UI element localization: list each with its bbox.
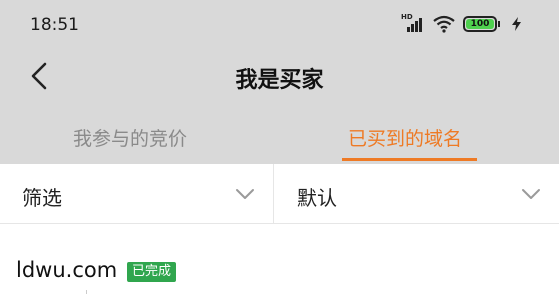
filter-row: 筛选 默认 bbox=[0, 164, 559, 224]
active-tab-indicator bbox=[342, 158, 477, 161]
status-bar: 18:51 HD 100 bbox=[0, 0, 559, 50]
nav-bar: 我是买家 bbox=[0, 50, 559, 102]
status-icons: HD 100 bbox=[401, 13, 521, 33]
list-item[interactable]: ldwu.com 已完成 bbox=[0, 225, 559, 294]
tab-participated-bids[interactable]: 我参与的竞价 bbox=[73, 124, 187, 151]
tab-bar: 我参与的竞价 已买到的域名 bbox=[0, 102, 559, 164]
filter-label: 筛选 bbox=[22, 186, 62, 210]
hd-signal-icon: HD bbox=[401, 13, 425, 33]
hd-label: HD bbox=[401, 13, 413, 21]
domain-name: ldwu.com bbox=[16, 258, 118, 282]
chevron-down-icon bbox=[236, 189, 254, 199]
tab-purchased-domains[interactable]: 已买到的域名 bbox=[348, 124, 462, 151]
status-badge: 已完成 bbox=[127, 262, 177, 282]
battery-icon: 100 bbox=[463, 16, 500, 32]
page-title: 我是买家 bbox=[235, 68, 324, 93]
divider bbox=[86, 290, 87, 294]
sort-label: 默认 bbox=[297, 186, 337, 210]
status-time: 18:51 bbox=[30, 15, 79, 35]
wifi-icon bbox=[433, 15, 455, 33]
chevron-down-icon bbox=[522, 189, 540, 199]
sort-dropdown[interactable]: 默认 bbox=[275, 164, 559, 224]
battery-level: 100 bbox=[466, 19, 494, 29]
filter-dropdown[interactable]: 筛选 bbox=[0, 164, 274, 224]
charging-bolt-icon bbox=[512, 17, 521, 31]
